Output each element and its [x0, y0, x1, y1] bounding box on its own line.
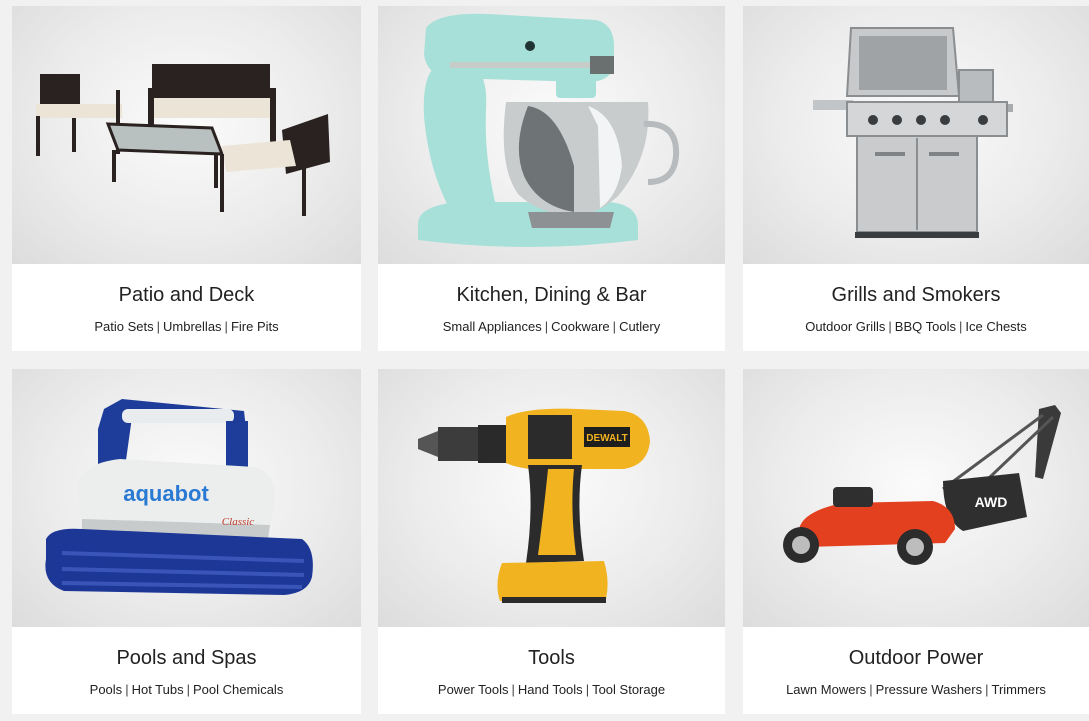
gas-grill-image[interactable] — [743, 6, 1089, 264]
subcategory-link-cookware[interactable]: Cookware — [551, 319, 610, 334]
category-title[interactable]: Pools and Spas — [12, 647, 361, 670]
patio-furniture-image[interactable] — [12, 6, 361, 264]
subcategory-link-bbq-tools[interactable]: BBQ Tools — [895, 319, 956, 334]
category-card-kitchen-dining-bar[interactable]: Kitchen, Dining & Bar Small Appliances | C… — [378, 6, 725, 351]
subcategory-link-ice-chests[interactable]: Ice Chests — [965, 319, 1026, 334]
category-card-patio-and-deck[interactable]: Patio and Deck Patio Sets | Umbrellas | Fire… — [12, 6, 361, 351]
link-separator: | — [585, 682, 590, 697]
link-separator: | — [888, 319, 892, 334]
link-separator: | — [156, 319, 161, 334]
subcategory-link-pool-chemicals[interactable]: Pool Chemicals — [193, 682, 283, 697]
category-title[interactable]: Outdoor Power — [743, 647, 1089, 670]
subcategory-link-patio-sets[interactable]: Patio Sets — [94, 319, 153, 334]
subcategory-link-tool-storage[interactable]: Tool Storage — [592, 682, 665, 697]
brand-logo-text: DEWALT — [586, 433, 627, 444]
link-separator: | — [612, 319, 617, 334]
category-title[interactable]: Grills and Smokers — [743, 284, 1089, 307]
subcategory-links: Lawn Mowers | Pressure Washers | Trimmers — [743, 682, 1089, 697]
link-separator: | — [544, 319, 549, 334]
subcategory-links: Pools | Hot Tubs | Pool Chemicals — [12, 682, 361, 697]
link-separator: | — [985, 682, 989, 697]
power-drill-image[interactable]: DEWALT — [378, 369, 725, 627]
subcategory-link-umbrellas[interactable]: Umbrellas — [163, 319, 222, 334]
subcategory-link-lawn-mowers[interactable]: Lawn Mowers — [786, 682, 866, 697]
link-separator: | — [958, 319, 963, 334]
stand-mixer-icon — [418, 13, 680, 247]
category-card-outdoor-power[interactable]: AWD Outdoor Power Lawn Mowers | Pressure W… — [743, 369, 1089, 714]
link-separator: | — [224, 319, 228, 334]
power-drill-icon: DEWALT — [418, 408, 650, 603]
patio-furniture-icon — [36, 64, 330, 216]
category-card-pools-and-spas[interactable]: aquabot Classic Pools and Spas Pools | Hot… — [12, 369, 361, 714]
brand-logo-text: aquabot — [123, 481, 209, 506]
subcategory-link-pools[interactable]: Pools — [90, 682, 123, 697]
subcategory-links: Power Tools | Hand Tools | Tool Storage — [378, 682, 725, 697]
subcategory-link-power-tools[interactable]: Power Tools — [438, 682, 509, 697]
subcategory-link-small-appliances[interactable]: Small Appliances — [443, 319, 542, 334]
subcategory-link-cutlery[interactable]: Cutlery — [619, 319, 660, 334]
lawn-mower-icon: AWD — [783, 405, 1061, 565]
link-separator: | — [511, 682, 515, 697]
category-grid: Patio and Deck Patio Sets | Umbrellas | Fire… — [0, 0, 1089, 721]
subcategory-links: Patio Sets | Umbrellas | Fire Pits — [12, 319, 361, 334]
model-badge-text: Classic — [222, 516, 255, 528]
link-separator: | — [125, 682, 129, 697]
category-title[interactable]: Patio and Deck — [12, 284, 361, 307]
subcategory-link-outdoor-grills[interactable]: Outdoor Grills — [805, 319, 885, 334]
subcategory-link-hot-tubs[interactable]: Hot Tubs — [132, 682, 184, 697]
category-title[interactable]: Kitchen, Dining & Bar — [378, 284, 725, 307]
subcategory-link-hand-tools[interactable]: Hand Tools — [518, 682, 583, 697]
subcategory-links: Small Appliances | Cookware | Cutlery — [378, 319, 725, 334]
link-separator: | — [869, 682, 873, 697]
gas-grill-icon — [813, 27, 1013, 238]
category-title[interactable]: Tools — [378, 647, 725, 670]
category-card-tools[interactable]: DEWALT Tools Power Tools | Hand Tools | Tool… — [378, 369, 725, 714]
lawn-mower-image[interactable]: AWD — [743, 369, 1089, 627]
subcategory-links: Outdoor Grills | BBQ Tools | Ice Chests — [743, 319, 1089, 334]
pool-cleaner-robot-icon: aquabot Classic — [45, 399, 313, 595]
link-separator: | — [186, 682, 190, 697]
stand-mixer-image[interactable] — [378, 6, 725, 264]
subcategory-link-fire-pits[interactable]: Fire Pits — [231, 319, 279, 334]
pool-cleaner-image[interactable]: aquabot Classic — [12, 369, 361, 627]
subcategory-link-trimmers[interactable]: Trimmers — [992, 682, 1046, 697]
subcategory-link-pressure-washers[interactable]: Pressure Washers — [876, 682, 982, 697]
category-card-grills-and-smokers[interactable]: Grills and Smokers Outdoor Grills | BBQ To… — [743, 6, 1089, 351]
model-badge-text: AWD — [975, 494, 1008, 510]
